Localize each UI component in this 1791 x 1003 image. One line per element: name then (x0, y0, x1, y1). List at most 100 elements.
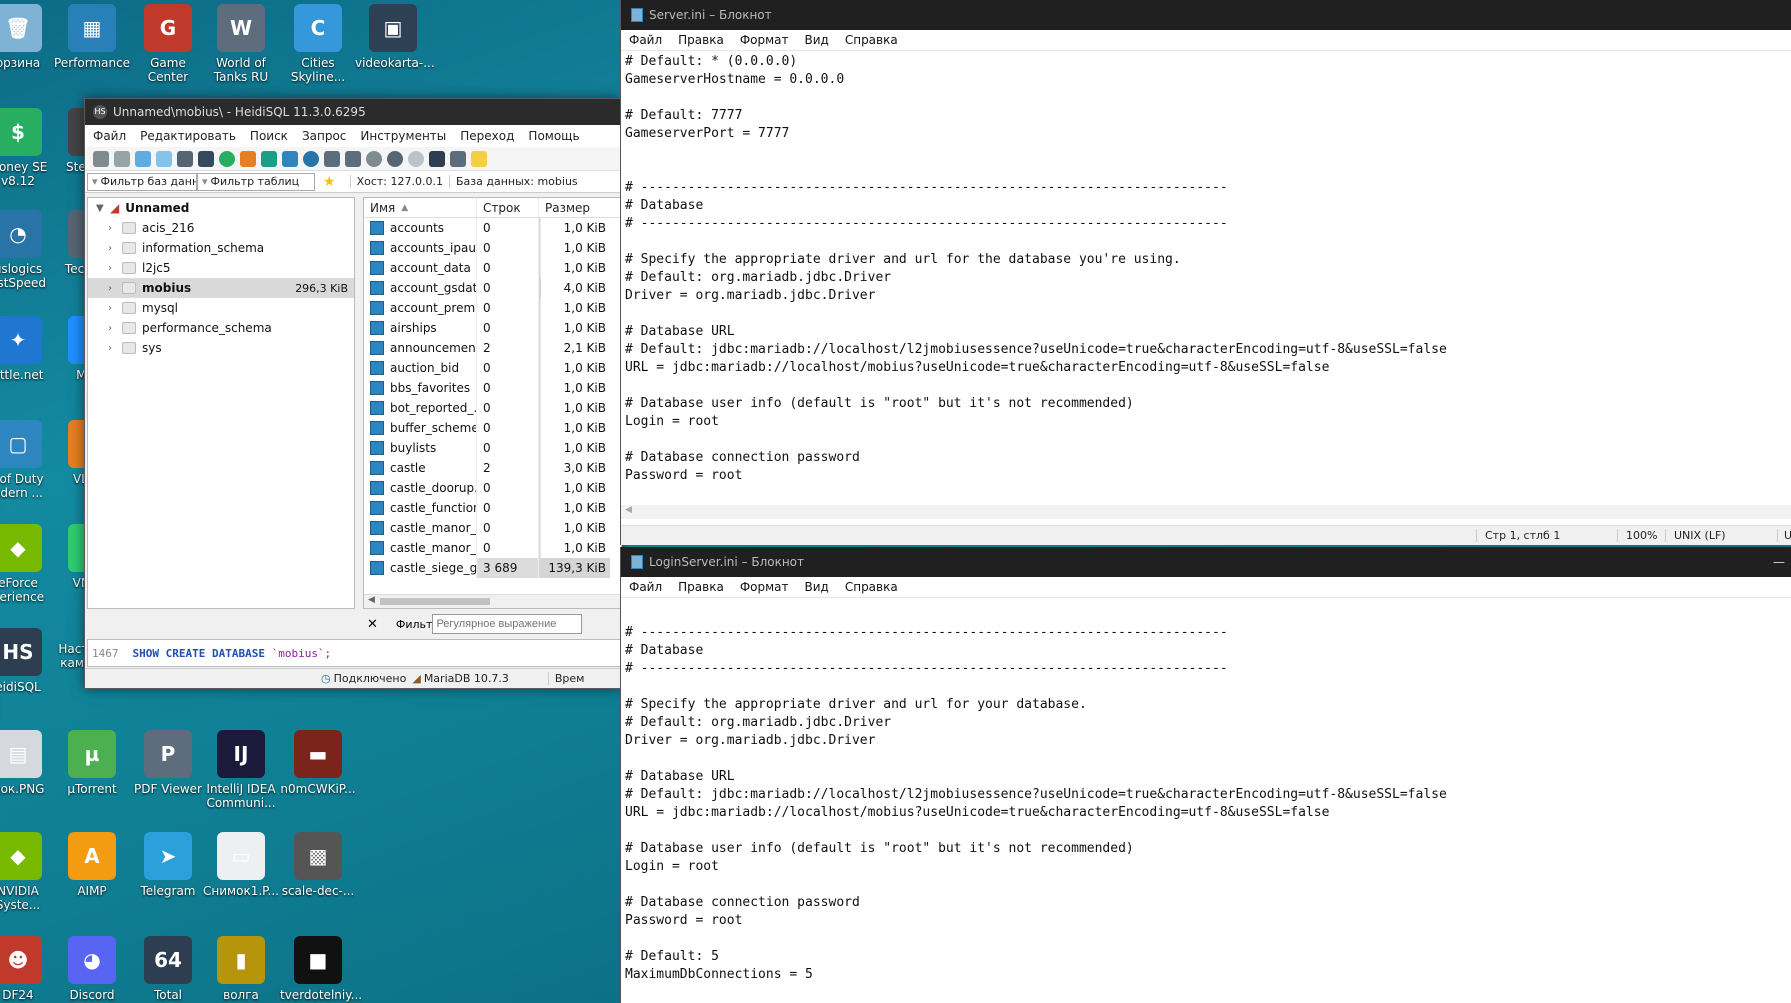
server-menu-item[interactable]: Формат (740, 33, 789, 47)
refresh-icon[interactable] (219, 150, 235, 167)
desktop-icon[interactable]: ▣ videokarta-... (355, 0, 435, 70)
server-menu-item[interactable]: Вид (805, 33, 829, 47)
heidi-menu-item[interactable]: Переход (460, 129, 514, 143)
desktop-icon[interactable]: ◆ eForce perience (0, 520, 56, 604)
horizontal-scrollbar[interactable]: ◀ (364, 594, 621, 608)
connect-icon[interactable] (93, 150, 109, 167)
host-tab[interactable]: Хост: 127.0.0.1 (349, 175, 449, 188)
chevron-right-icon[interactable]: › (108, 283, 122, 294)
table-row[interactable]: castle_siege_g...3 689139,3 KiB (364, 558, 621, 578)
desktop-icon[interactable]: µ µTorrent (54, 726, 130, 796)
login-menu-item[interactable]: Формат (740, 580, 789, 594)
tree-item-database[interactable]: › sys (88, 338, 354, 358)
chevron-right-icon[interactable]: › (108, 323, 122, 334)
check-icon[interactable] (408, 150, 424, 167)
copy-icon[interactable] (135, 150, 151, 167)
filter-databases-input[interactable]: ▾Фильтр баз данны (87, 172, 197, 191)
login-menu-item[interactable]: Вид (805, 580, 829, 594)
desktop-icon[interactable]: ◔ uslogics ostSpeed (0, 206, 56, 290)
export-icon[interactable] (261, 150, 277, 167)
help-icon[interactable] (303, 150, 319, 167)
desktop-icon[interactable]: A AIMP (54, 828, 130, 898)
tree-item-database[interactable]: › l2jc5 (88, 258, 354, 278)
first-icon[interactable] (324, 150, 340, 167)
chevron-down-icon[interactable]: ▼ (96, 203, 110, 214)
tree-item-database[interactable]: › acis_216 (88, 218, 354, 238)
close-icon[interactable]: ✕ (367, 617, 378, 632)
heidi-menu-item[interactable]: Поиск (250, 129, 288, 143)
paste-icon[interactable] (156, 150, 172, 167)
table-row[interactable]: airships 0 1,0 KiB (364, 318, 621, 338)
chevron-right-icon[interactable]: › (108, 303, 122, 314)
tree-item-database[interactable]: › mobius 296,3 KiB (88, 278, 354, 298)
last-icon[interactable] (345, 150, 361, 167)
server-horizontal-scrollbar[interactable]: ◀ (621, 505, 1791, 519)
table-row[interactable]: buffer_schemes 0 1,0 KiB (364, 418, 621, 438)
scroll-left-icon[interactable]: ◀ (368, 595, 375, 605)
table-row[interactable]: bot_reported_... 0 1,0 KiB (364, 398, 621, 418)
desktop-icon[interactable]: P PDF Viewer (130, 726, 206, 796)
desktop-icon[interactable]: W World of Tanks RU (203, 0, 279, 84)
tree-item-database[interactable]: › mysql (88, 298, 354, 318)
desktop-icon[interactable]: IJ IntelliJ IDEA Communi... (203, 726, 279, 810)
table-row[interactable]: castle_doorup... 0 1,0 KiB (364, 478, 621, 498)
tree-item-database[interactable]: › performance_schema (88, 318, 354, 338)
table-row[interactable]: accounts_ipauth01,0 KiB (364, 238, 621, 258)
server-menu-item[interactable]: Справка (845, 33, 898, 47)
users-icon[interactable] (240, 150, 256, 167)
desktop-icon[interactable]: C Cities Skyline... (280, 0, 356, 84)
login-notepad-titlebar[interactable]: LoginServer.ini – Блокнот — (621, 547, 1791, 577)
desktop-icon[interactable]: ▦ Performance (54, 0, 130, 70)
desktop-icon[interactable]: ➤ Telegram (130, 828, 206, 898)
table-row[interactable]: castle 2 3,0 KiB (364, 458, 621, 478)
desktop-icon[interactable]: $ Money SE v8.12 (0, 104, 56, 188)
server-notepad-titlebar[interactable]: Server.ini – Блокнот (621, 0, 1791, 30)
chevron-right-icon[interactable]: › (108, 263, 122, 274)
table-row[interactable]: buylists 0 1,0 KiB (364, 438, 621, 458)
undo-icon[interactable] (177, 150, 193, 167)
server-menu-item[interactable]: Файл (629, 33, 662, 47)
desktop-icon[interactable]: ◆ NVIDIA Syste... (0, 828, 56, 912)
desktop-icon[interactable]: ◕ Discord (54, 932, 130, 1002)
login-menu-item[interactable]: Файл (629, 580, 662, 594)
desktop-icon[interactable]: HS eidiSQL (0, 624, 56, 694)
table-row[interactable]: castle_manor_...01,0 KiB (364, 538, 621, 558)
desktop-icon[interactable]: G Game Center (130, 0, 206, 84)
table-row[interactable]: account_prem...01,0 KiB (364, 298, 621, 318)
table-row[interactable]: accounts 0 1,0 KiB (364, 218, 621, 238)
chevron-right-icon[interactable]: › (108, 343, 122, 354)
cancel-icon[interactable] (429, 150, 445, 167)
heidi-menu-item[interactable]: Редактировать (140, 129, 236, 143)
login-menu-item[interactable]: Справка (845, 580, 898, 594)
folder-icon[interactable] (471, 150, 487, 167)
login-notepad-text[interactable]: # --------------------------------------… (621, 597, 1791, 997)
table-row[interactable]: castle_manor_...01,0 KiB (364, 518, 621, 538)
desktop-icon[interactable]: ▢ l of Duty odern ... (0, 416, 56, 500)
regex-filter-input[interactable] (432, 614, 583, 634)
table-row[interactable]: auction_bid 0 1,0 KiB (364, 358, 621, 378)
desktop-icon[interactable]: ▮ волга (203, 932, 279, 1002)
column-header-name[interactable]: Имя ▲ (364, 201, 476, 215)
server-notepad-text[interactable]: # Default: * (0.0.0.0) GameserverHostnam… (621, 50, 1791, 505)
add-icon[interactable] (366, 150, 382, 167)
heidi-menu-item[interactable]: Запрос (302, 129, 346, 143)
desktop-icon[interactable]: ▭ Снимок1.P... (203, 828, 279, 898)
desktop-icon[interactable]: ▩ scale-dec-... (280, 828, 356, 898)
desktop-icon[interactable]: 64 Total (130, 932, 206, 1002)
column-header-size[interactable]: Размер (538, 198, 610, 217)
print-icon[interactable] (198, 150, 214, 167)
table-row[interactable]: bbs_favorites 0 1,0 KiB (364, 378, 621, 398)
desktop-icon[interactable]: ▤ мок.PNG (0, 726, 56, 796)
minimize-icon[interactable]: — (1773, 555, 1785, 569)
database-tab[interactable]: База данных: mobius (448, 175, 584, 188)
run-icon[interactable] (450, 150, 466, 167)
filter-tables-input[interactable]: ▾ Фильтр таблиц (197, 172, 315, 191)
heidi-menu-item[interactable]: Файл (93, 129, 126, 143)
heidi-menu-item[interactable]: Помощь (528, 129, 579, 143)
scroll-left-icon[interactable]: ◀ (625, 505, 632, 515)
heidi-titlebar[interactable]: HS Unnamed\mobius\ - HeidiSQL 11.3.0.629… (85, 99, 620, 125)
star-icon[interactable]: ★ (323, 174, 336, 190)
tree-root[interactable]: ▼ ◢ Unnamed (88, 198, 354, 218)
server-menu-item[interactable]: Правка (678, 33, 724, 47)
heidi-menu-item[interactable]: Инструменты (360, 129, 446, 143)
